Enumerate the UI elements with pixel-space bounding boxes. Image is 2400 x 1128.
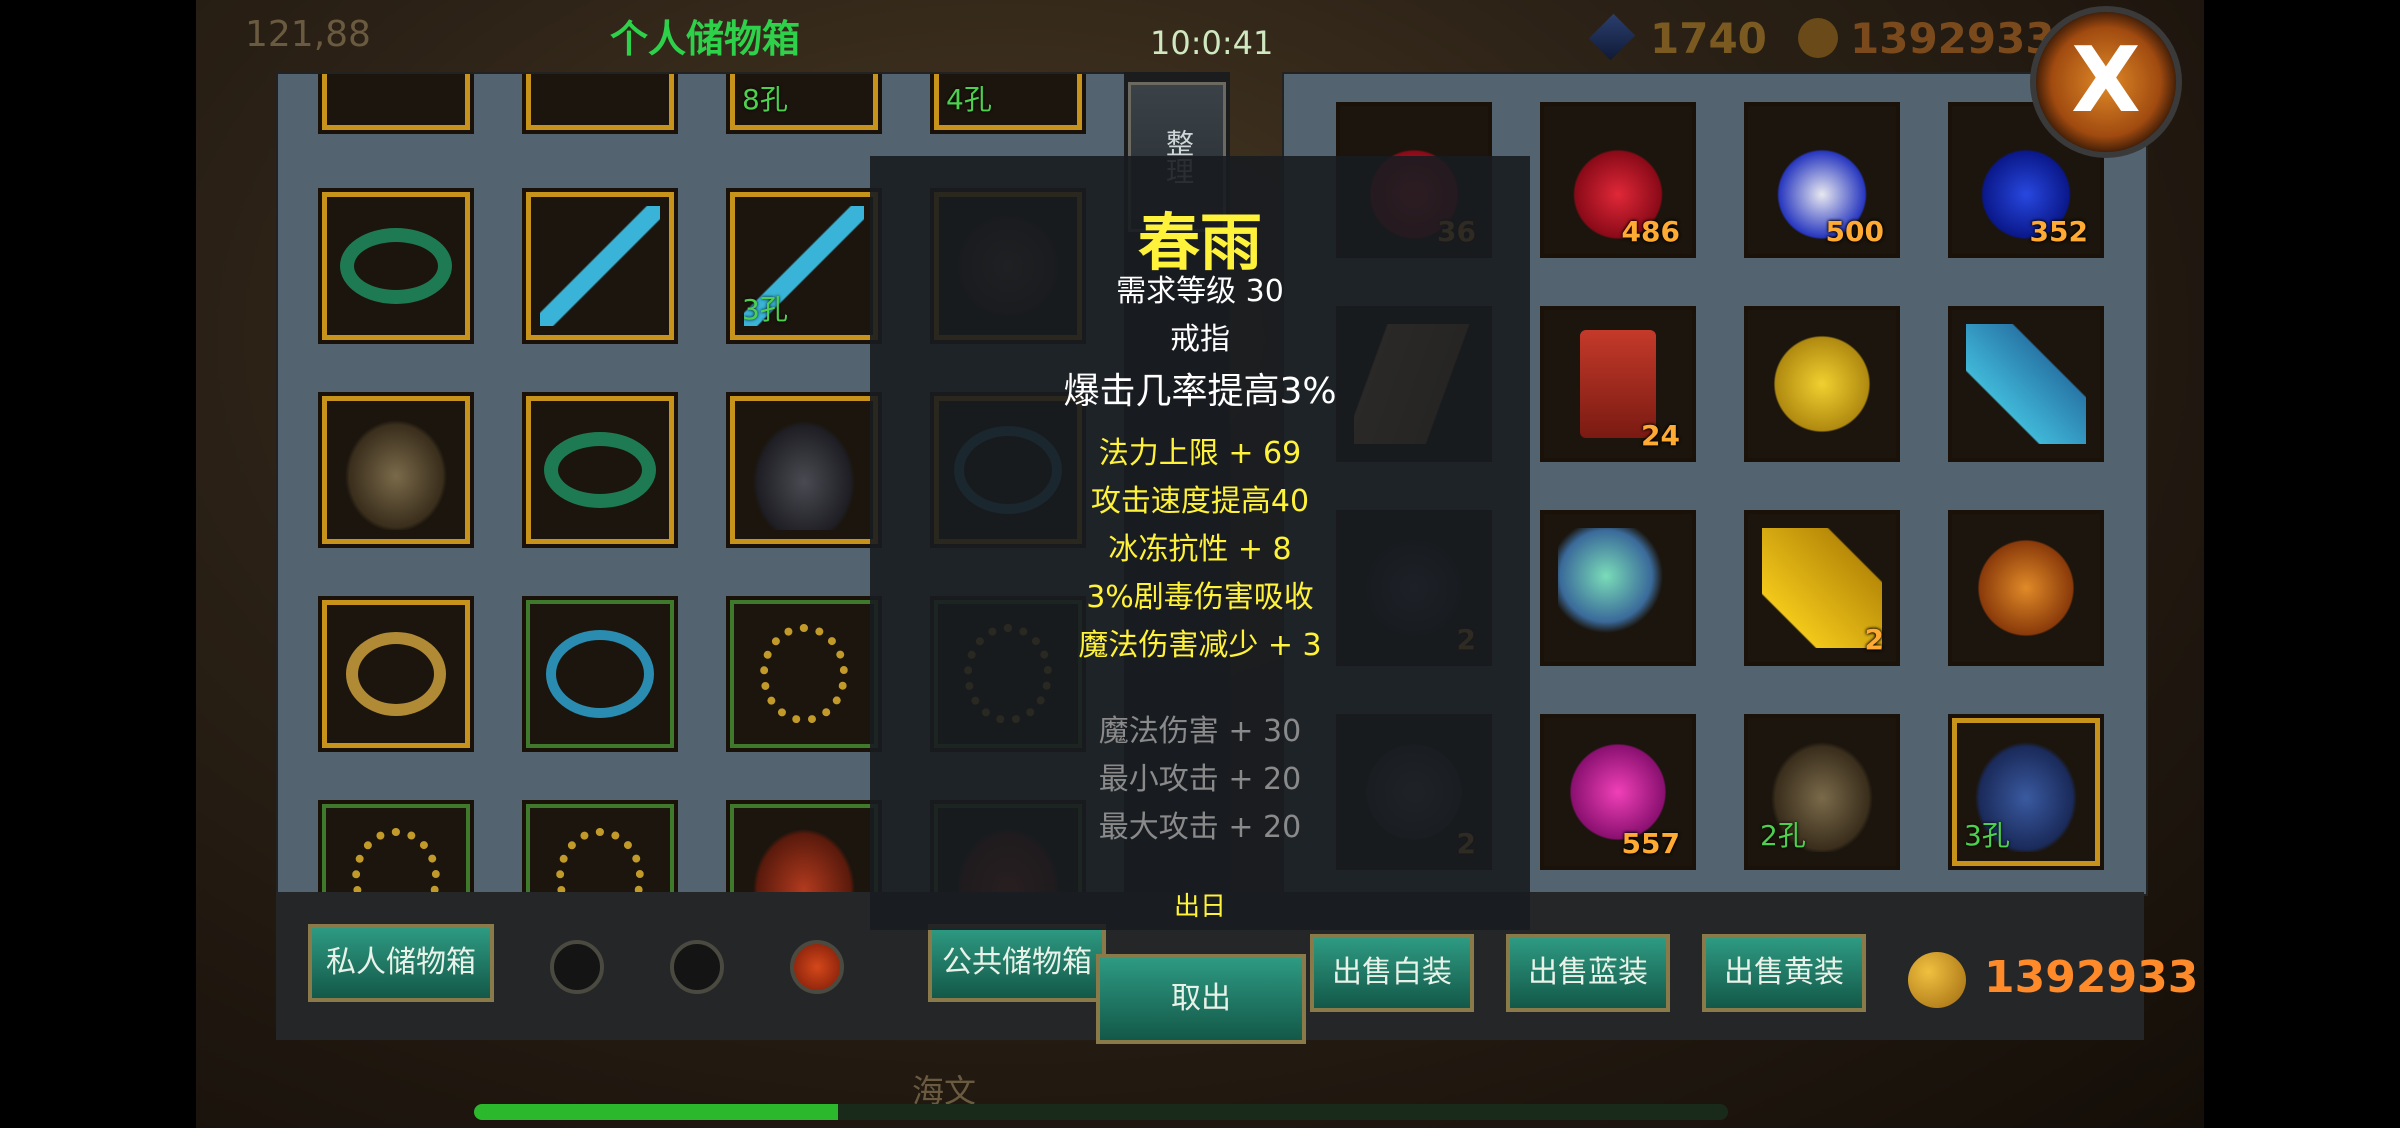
bag-slot[interactable]: 486 [1540, 102, 1696, 258]
jade-sword-icon [540, 206, 660, 326]
clock: 10:0:41 [1150, 24, 1274, 62]
item-base-stat: 最小攻击 + 20 [1098, 762, 1302, 797]
storage-slot[interactable]: 8孔 [726, 74, 882, 134]
coin-icon [1798, 18, 1838, 58]
resource-gold-value: 1392933 [1850, 14, 2055, 63]
storage-slot[interactable] [726, 596, 882, 752]
tooltip-cut-text: 出日 [1173, 892, 1226, 922]
close-icon[interactable]: X [2030, 6, 2182, 158]
opal-icon [1558, 528, 1678, 648]
storage-slot[interactable] [318, 188, 474, 344]
socket-count: 2孔 [1760, 819, 1806, 852]
resource-diamond-value: 1740 [1650, 14, 1767, 63]
item-attribute: 冰冻抗性 + 8 [1108, 532, 1292, 567]
prayer-beads-icon [760, 624, 848, 724]
item-attribute: 法力上限 + 69 [1098, 436, 1302, 471]
socket-count: 8孔 [742, 83, 788, 116]
storage-slot[interactable] [318, 392, 474, 548]
map-coordinates: 121,88 [245, 14, 371, 55]
bag-slot[interactable] [1948, 510, 2104, 666]
window-title: 个人储物箱 [610, 17, 801, 61]
socket-count: 4孔 [946, 83, 992, 116]
item-level-requirement: 需求等级 30 [1116, 274, 1284, 309]
item-count: 557 [1621, 827, 1680, 860]
crystal-icon [1966, 324, 2086, 444]
bag-slot[interactable]: 3孔 [1948, 714, 2104, 870]
public-storage-button[interactable]: 公共储物箱 [928, 924, 1106, 1002]
sell-blue-button[interactable]: 出售蓝装 [1506, 934, 1670, 1012]
bracer-icon [744, 818, 864, 894]
socket-count: 3孔 [1964, 819, 2010, 852]
helmet-icon [336, 410, 456, 530]
ruby-ring-icon [346, 632, 446, 716]
storage-slot[interactable] [318, 800, 474, 894]
item-crit-stat: 爆击几率提高3% [1063, 371, 1337, 412]
page-dot-3[interactable] [790, 940, 844, 994]
bag-slot[interactable]: 24 [1540, 306, 1696, 462]
sell-yellow-button[interactable]: 出售黄装 [1702, 934, 1866, 1012]
item-tooltip: 春雨 需求等级 30 戒指 爆击几率提高3% 法力上限 + 69 攻击速度提高4… [870, 156, 1530, 930]
storage-slot[interactable]: 3孔 [726, 188, 882, 344]
item-base-stat: 最大攻击 + 20 [1098, 810, 1302, 845]
item-type: 戒指 [1170, 322, 1230, 357]
jade-ring-icon [544, 432, 656, 508]
storage-slot[interactable] [522, 596, 678, 752]
item-attribute: 攻击速度提高40 [1090, 484, 1310, 519]
storage-slot[interactable] [522, 800, 678, 894]
amber-icon [1966, 528, 2086, 648]
page-dot-1[interactable] [550, 940, 604, 994]
experience-bar-fill [474, 1104, 838, 1120]
take-out-button[interactable]: 取出 [1096, 954, 1306, 1044]
item-count: 24 [1641, 419, 1680, 452]
socket-count: 3孔 [742, 293, 788, 326]
gold-amount: 1392933 [1984, 952, 2199, 1003]
bag-slot[interactable] [1948, 306, 2104, 462]
bag-slot[interactable]: 557 [1540, 714, 1696, 870]
prayer-beads-icon [352, 828, 440, 894]
page-dot-2[interactable] [670, 940, 724, 994]
blue-ring-icon [546, 630, 654, 718]
storage-slot[interactable] [726, 392, 882, 548]
bag-slot[interactable]: 2孔 [1744, 714, 1900, 870]
private-storage-button[interactable]: 私人储物箱 [308, 924, 494, 1002]
boots-icon [744, 410, 864, 530]
storage-slot[interactable] [522, 188, 678, 344]
storage-slot[interactable] [726, 800, 882, 894]
item-count: 352 [2029, 215, 2088, 248]
item-icon [336, 74, 456, 116]
storage-slot[interactable]: 4孔 [930, 74, 1086, 134]
item-attribute: 魔法伤害减少 + 3 [1078, 628, 1322, 663]
item-count: 500 [1825, 215, 1884, 248]
yellow-gem-icon [1762, 324, 1882, 444]
item-count: 2 [1864, 623, 1884, 656]
storage-slot[interactable] [522, 74, 678, 134]
bag-slot[interactable]: 2 [1744, 510, 1900, 666]
item-icon [540, 74, 660, 116]
prayer-beads-icon [556, 828, 644, 894]
bag-slot[interactable]: 500 [1744, 102, 1900, 258]
storage-slot[interactable] [318, 74, 474, 134]
bag-slot[interactable] [1744, 306, 1900, 462]
gold-coins-icon [1908, 952, 1966, 1008]
experience-bar [474, 1104, 1728, 1120]
item-count: 486 [1621, 215, 1680, 248]
jade-ring-icon [340, 228, 452, 304]
sell-white-button[interactable]: 出售白装 [1310, 934, 1474, 1012]
storage-slot[interactable] [522, 392, 678, 548]
item-base-stat: 魔法伤害 + 30 [1098, 714, 1302, 749]
storage-slot[interactable] [318, 596, 474, 752]
item-attribute: 3%剧毒伤害吸收 [1086, 580, 1314, 615]
bag-slot[interactable] [1540, 510, 1696, 666]
